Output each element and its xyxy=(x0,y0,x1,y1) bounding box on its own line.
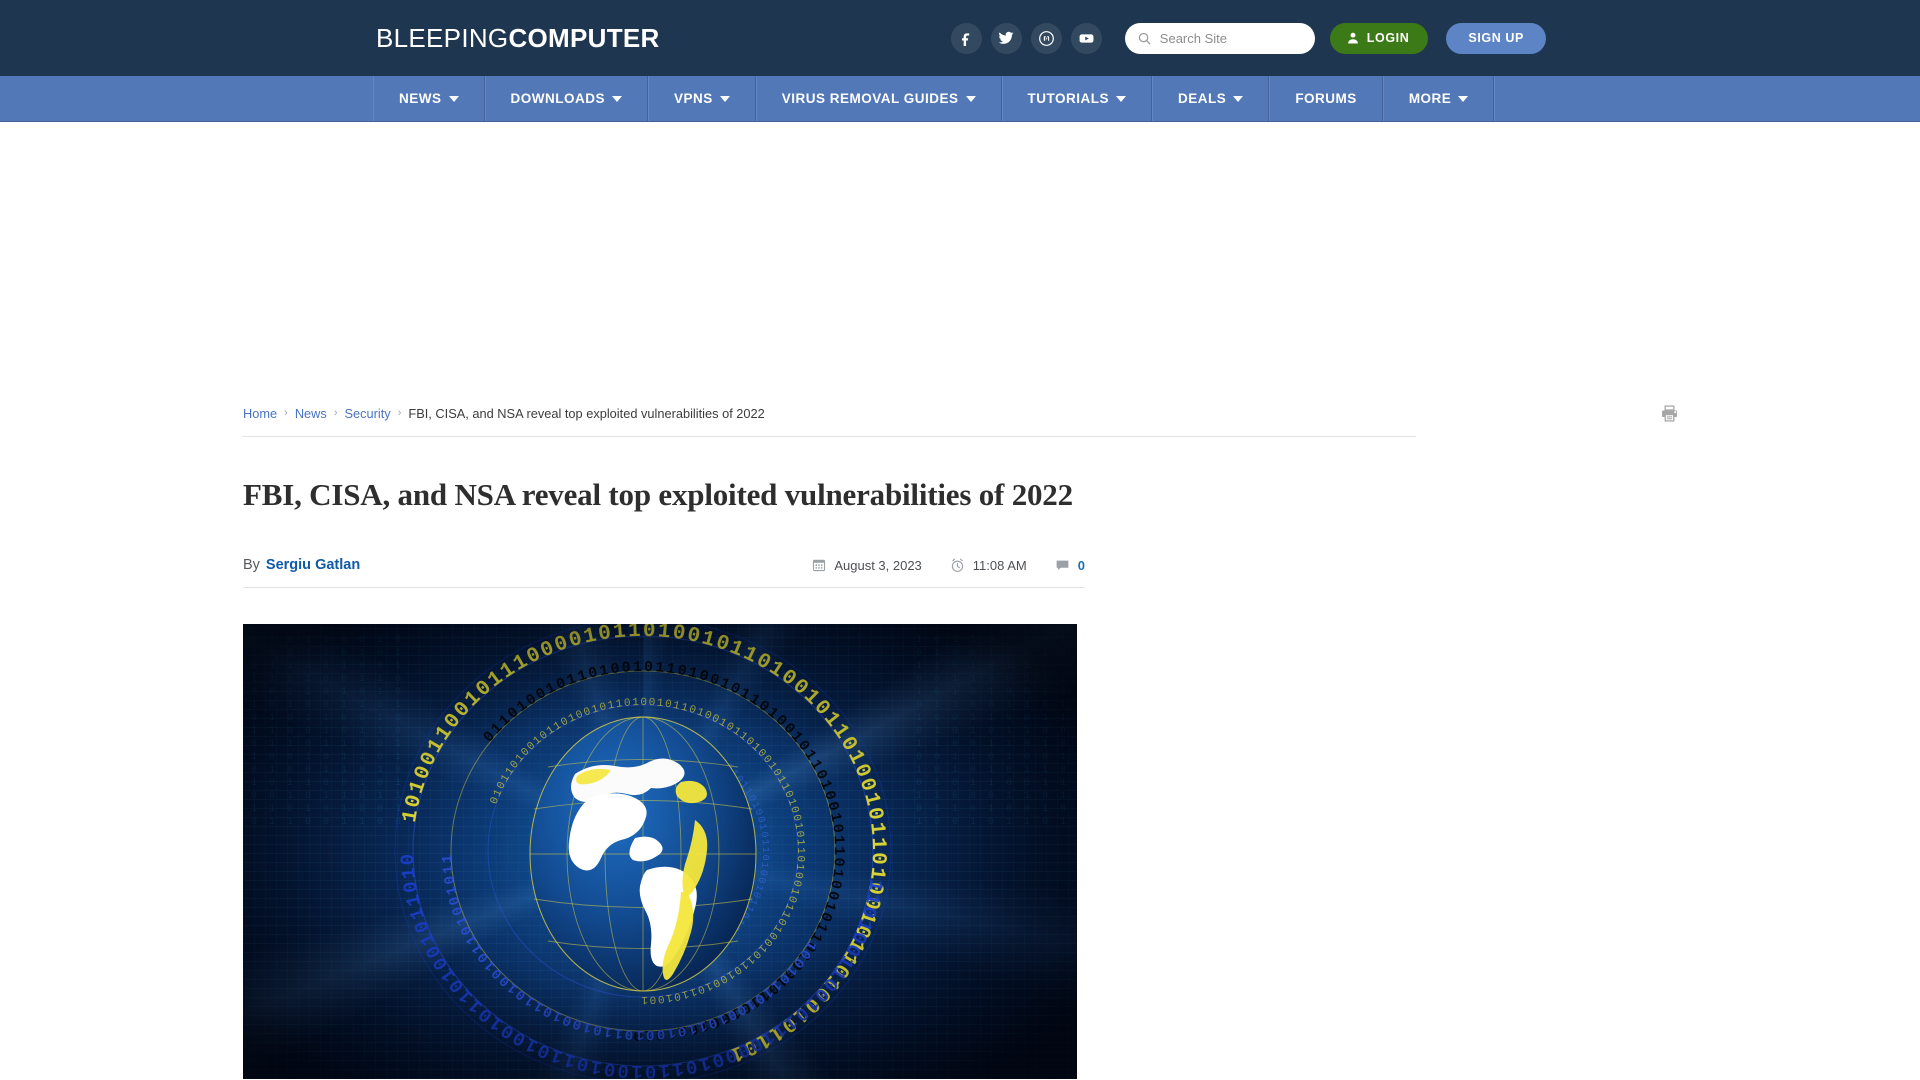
chevron-down-icon xyxy=(612,95,622,102)
mastodon-icon[interactable] xyxy=(1030,22,1062,54)
advertisement-slot xyxy=(0,122,1920,396)
nav-left-spacer xyxy=(0,76,373,121)
search-icon xyxy=(1138,32,1151,45)
nav-item-label: DOWNLOADS xyxy=(510,91,605,106)
breadcrumb-divider xyxy=(242,436,1416,437)
search-box[interactable] xyxy=(1124,22,1315,54)
author-link[interactable]: Sergiu Gatlan xyxy=(266,557,360,573)
facebook-icon[interactable] xyxy=(950,22,982,54)
publish-time-text: 11:08 AM xyxy=(972,557,1027,573)
login-button[interactable]: LOGIN xyxy=(1329,22,1429,54)
meta-group: August 3, 2023 11:08 AM 0 xyxy=(812,558,1085,573)
breadcrumb: Home › News › Security › FBI, CISA, and NSA re… xyxy=(243,406,765,421)
clock-icon xyxy=(951,558,963,572)
nav-item-deals[interactable]: DEALS xyxy=(1152,76,1270,121)
nav-item-label: MORE xyxy=(1408,91,1452,106)
breadcrumb-link[interactable]: Security xyxy=(344,406,390,421)
main-navigation: NEWS DOWNLOADS VPNS VIRUS REMOVAL GUIDES TUT… xyxy=(0,76,1920,122)
login-label: LOGIN xyxy=(1366,31,1410,45)
nav-item-label: TUTORIALS xyxy=(1027,91,1110,106)
article-meta-row: By Sergiu Gatlan August 3, 2023 11:08 AM… xyxy=(243,557,1085,588)
calendar-icon xyxy=(813,559,826,572)
chevron-down-icon xyxy=(1233,95,1244,102)
breadcrumb-separator: › xyxy=(284,407,288,419)
nav-item-forums[interactable]: FORUMS xyxy=(1269,76,1383,121)
nav-item-more[interactable]: MORE xyxy=(1382,76,1495,121)
nav-right-spacer xyxy=(1494,76,1920,121)
comment-count-text: 0 xyxy=(1077,557,1085,573)
signup-button[interactable]: SIGN UP xyxy=(1446,22,1546,54)
user-icon xyxy=(1347,32,1358,44)
nav-item-vpns[interactable]: VPNS xyxy=(648,76,756,121)
header-inner: BLEEPINGCOMPUTER Search Site LOGIN SIGN … xyxy=(374,0,1546,76)
twitter-icon[interactable] xyxy=(990,22,1022,54)
nav-item-label: FORUMS xyxy=(1295,91,1357,106)
printer-icon[interactable] xyxy=(1660,404,1679,423)
signup-label: SIGN UP xyxy=(1468,31,1524,45)
nav-item-label: NEWS xyxy=(399,91,442,106)
breadcrumb-link[interactable]: News xyxy=(295,406,327,421)
chevron-down-icon xyxy=(719,95,730,102)
nav-item-virus-removal-guides[interactable]: VIRUS REMOVAL GUIDES xyxy=(755,76,1002,121)
chevron-down-icon xyxy=(965,95,976,102)
search-input[interactable] xyxy=(1159,30,1303,46)
publish-date: August 3, 2023 xyxy=(812,557,922,573)
publish-time: 11:08 AM xyxy=(950,558,1027,573)
breadcrumb-separator: › xyxy=(333,407,338,419)
site-logo[interactable]: BLEEPINGCOMPUTER xyxy=(376,23,660,54)
nav-item-news[interactable]: NEWS xyxy=(373,76,485,121)
nav-item-downloads[interactable]: DOWNLOADS xyxy=(484,76,648,121)
site-header: BLEEPINGCOMPUTER Search Site LOGIN SIGN … xyxy=(0,0,1920,76)
logo-text-light: BLEEPING xyxy=(376,22,509,53)
breadcrumb-separator: › xyxy=(397,407,402,419)
breadcrumb-row: Home › News › Security › FBI, CISA, and NSA re… xyxy=(242,396,1680,430)
logo-text-bold: COMPUTER xyxy=(508,22,660,53)
comment-icon xyxy=(1056,560,1069,570)
by-label: By xyxy=(243,557,260,573)
nav-item-label: VPNS xyxy=(674,91,713,106)
comment-count[interactable]: 0 xyxy=(1055,558,1085,573)
nav-item-label: VIRUS REMOVAL GUIDES xyxy=(781,91,959,106)
publish-date-text: August 3, 2023 xyxy=(834,557,922,573)
breadcrumb-current: FBI, CISA, and NSA reveal top exploited … xyxy=(408,405,765,421)
article-hero-image: 0 1 0 1 1 0 0 1 0 1 0 0 1 1 0 1 0 1 0 1 … xyxy=(243,624,1077,1079)
hero-vignette xyxy=(243,624,1077,1079)
chevron-down-icon xyxy=(1458,95,1469,102)
content-area: Home › News › Security › FBI, CISA, and NSA re… xyxy=(240,396,1680,1079)
nav-item-label: DEALS xyxy=(1178,91,1227,106)
header-actions: LOGIN SIGN UP xyxy=(950,22,1546,54)
youtube-icon[interactable] xyxy=(1070,22,1102,54)
nav-items: NEWS DOWNLOADS VPNS VIRUS REMOVAL GUIDES TUT… xyxy=(373,76,1495,121)
breadcrumb-link[interactable]: Home xyxy=(243,406,277,421)
nav-item-tutorials[interactable]: TUTORIALS xyxy=(1001,76,1153,121)
chevron-down-icon xyxy=(1116,95,1127,102)
chevron-down-icon xyxy=(448,95,459,102)
social-links xyxy=(950,22,1102,54)
page-title: FBI, CISA, and NSA reveal top exploited … xyxy=(243,477,1073,512)
